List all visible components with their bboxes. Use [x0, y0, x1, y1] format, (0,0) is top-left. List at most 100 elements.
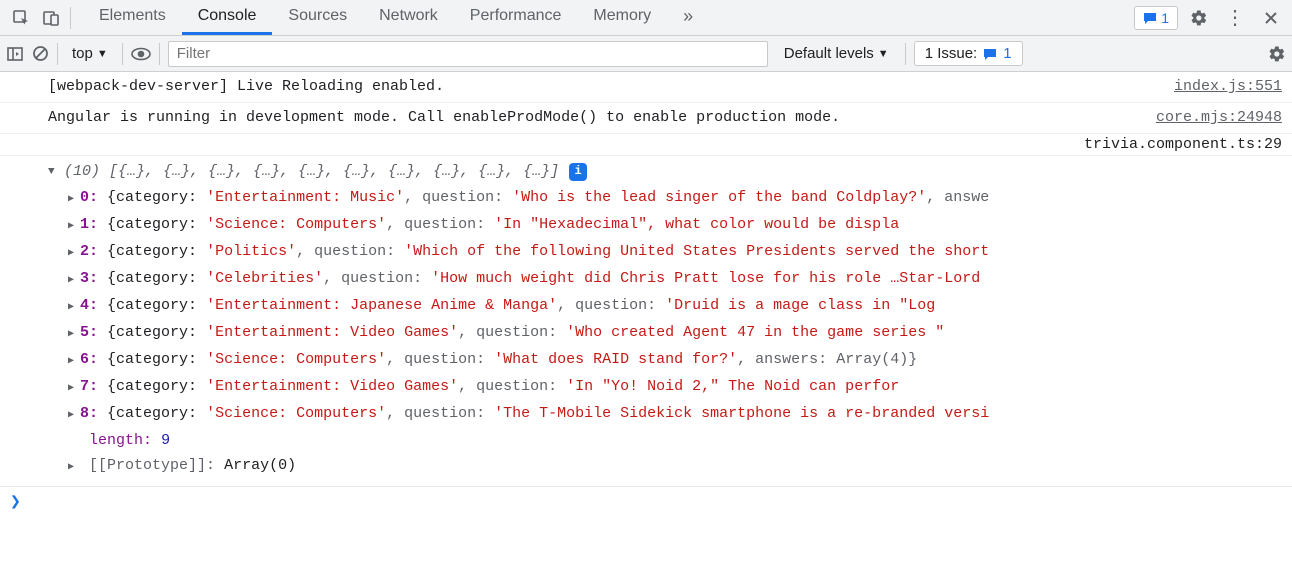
device-toggle-icon[interactable] [36, 3, 66, 33]
sidebar-toggle-icon[interactable] [6, 45, 24, 63]
tab-network[interactable]: Network [363, 0, 454, 35]
chevron-down-icon: ▼ [97, 48, 108, 60]
issues-badge[interactable]: 1 Issue: 1 [914, 41, 1023, 66]
console-settings-icon[interactable] [1268, 45, 1286, 63]
log-source-link[interactable]: core.mjs:24948 [1156, 107, 1282, 129]
devtools-tabs: Elements Console Sources Network Perform… [83, 0, 1134, 35]
entry-tail: , answe [926, 189, 989, 206]
entry-question: 'Which of the following United States Pr… [404, 243, 989, 260]
prototype-row[interactable]: [[Prototype]]: Array(0) [68, 453, 1282, 480]
entry-index: 7: [80, 378, 98, 395]
expand-arrow-icon[interactable] [68, 185, 80, 212]
expand-arrow-icon[interactable] [68, 374, 80, 401]
array-entry-row[interactable]: 5: {category: 'Entertainment: Video Game… [68, 320, 1282, 347]
messages-count: 1 [1161, 10, 1169, 26]
entry-category: 'Politics' [206, 243, 296, 260]
expand-arrow-icon[interactable] [48, 158, 60, 185]
array-entry-row[interactable]: 2: {category: 'Politics', question: 'Whi… [68, 239, 1282, 266]
log-message-row[interactable]: Angular is running in development mode. … [0, 103, 1292, 134]
top-right-controls: 1 ⋮ [1134, 3, 1286, 33]
kebab-menu-icon[interactable]: ⋮ [1220, 3, 1250, 33]
log-source-link[interactable]: trivia.component.ts:29 [1084, 136, 1282, 153]
entry-category: 'Science: Computers' [206, 405, 386, 422]
log-source-link[interactable]: index.js:551 [1174, 76, 1282, 98]
log-text: [webpack-dev-server] Live Reloading enab… [48, 76, 1162, 98]
entry-sep: , question: [458, 378, 566, 395]
entry-category: 'Entertainment: Music' [206, 189, 404, 206]
entry-category: 'Entertainment: Video Games' [206, 378, 458, 395]
entry-index: 4: [80, 297, 98, 314]
log-source-row: trivia.component.ts:29 [0, 134, 1292, 156]
expand-arrow-icon[interactable] [68, 347, 80, 374]
array-entry-row[interactable]: 6: {category: 'Science: Computers', ques… [68, 347, 1282, 374]
array-entry-row[interactable]: 0: {category: 'Entertainment: Music', qu… [68, 185, 1282, 212]
prototype-key: [[Prototype]]: [89, 457, 215, 474]
entry-sep: , question: [458, 324, 566, 341]
tab-elements[interactable]: Elements [83, 0, 182, 35]
tab-console[interactable]: Console [182, 0, 273, 35]
entry-category: 'Science: Computers' [206, 351, 386, 368]
log-message-row[interactable]: [webpack-dev-server] Live Reloading enab… [0, 72, 1292, 103]
expand-arrow-icon[interactable] [68, 239, 80, 266]
expand-arrow-icon[interactable] [68, 401, 80, 428]
expand-arrow-icon[interactable] [68, 320, 80, 347]
live-expression-icon[interactable] [131, 47, 151, 61]
array-length-row[interactable]: length: 9 [68, 428, 1282, 453]
tab-memory[interactable]: Memory [577, 0, 667, 35]
console-prompt[interactable]: ❯ [0, 486, 1292, 517]
entry-index: 3: [80, 270, 98, 287]
entry-question: 'What does RAID stand for?' [494, 351, 737, 368]
settings-icon[interactable] [1184, 3, 1214, 33]
issues-label: 1 Issue: [925, 45, 978, 62]
entry-open-brace: {category: [107, 324, 206, 341]
length-value: 9 [161, 432, 170, 449]
entry-tail: , answers: Array(4)} [737, 351, 917, 368]
log-text: Angular is running in development mode. … [48, 107, 1144, 129]
entry-index: 2: [80, 243, 98, 260]
entry-open-brace: {category: [107, 297, 206, 314]
clear-console-icon[interactable] [32, 45, 49, 62]
info-icon[interactable]: i [569, 163, 587, 181]
entry-sep: , question: [557, 297, 665, 314]
tab-performance[interactable]: Performance [454, 0, 578, 35]
entry-sep: , question: [404, 189, 512, 206]
entry-question: 'In "Yo! Noid 2," The Noid can perfor [566, 378, 899, 395]
console-toolbar: top ▼ Default levels ▼ 1 Issue: 1 [0, 36, 1292, 72]
close-icon[interactable] [1256, 3, 1286, 33]
levels-label: Default levels [784, 45, 874, 62]
array-entry-row[interactable]: 7: {category: 'Entertainment: Video Game… [68, 374, 1282, 401]
array-entry-row[interactable]: 4: {category: 'Entertainment: Japanese A… [68, 293, 1282, 320]
chevron-down-icon: ▼ [878, 48, 889, 60]
messages-badge[interactable]: 1 [1134, 6, 1178, 30]
message-icon [1143, 11, 1157, 25]
array-entry-row[interactable]: 8: {category: 'Science: Computers', ques… [68, 401, 1282, 428]
entry-open-brace: {category: [107, 189, 206, 206]
expand-arrow-icon[interactable] [68, 453, 80, 480]
filter-input[interactable] [168, 41, 768, 67]
length-key: length: [89, 432, 152, 449]
array-entry-row[interactable]: 1: {category: 'Science: Computers', ques… [68, 212, 1282, 239]
entry-question: 'The T-Mobile Sidekick smartphone is a r… [494, 405, 989, 422]
divider [70, 7, 71, 29]
console-object: (10) [{…}, {…}, {…}, {…}, {…}, {…}, {…},… [0, 156, 1292, 486]
array-summary-row[interactable]: (10) [{…}, {…}, {…}, {…}, {…}, {…}, {…},… [48, 158, 1282, 185]
log-levels-selector[interactable]: Default levels ▼ [776, 43, 897, 64]
tabs-overflow-icon[interactable]: » [667, 0, 709, 35]
entry-open-brace: {category: [107, 270, 206, 287]
array-entry-row[interactable]: 3: {category: 'Celebrities', question: '… [68, 266, 1282, 293]
entry-sep: , question: [296, 243, 404, 260]
devtools-top-toolbar: Elements Console Sources Network Perform… [0, 0, 1292, 36]
array-summary: (10) [{…}, {…}, {…}, {…}, {…}, {…}, {…},… [64, 159, 559, 184]
entry-question: 'How much weight did Chris Pratt lose fo… [431, 270, 980, 287]
issues-count: 1 [1003, 45, 1011, 62]
inspect-icon[interactable] [6, 3, 36, 33]
expand-arrow-icon[interactable] [68, 266, 80, 293]
tab-sources[interactable]: Sources [272, 0, 363, 35]
expand-arrow-icon[interactable] [68, 293, 80, 320]
entry-sep: , question: [386, 351, 494, 368]
entry-question: 'In "Hexadecimal", what color would be d… [494, 216, 899, 233]
context-selector[interactable]: top ▼ [66, 43, 114, 64]
entry-sep: , question: [386, 405, 494, 422]
expand-arrow-icon[interactable] [68, 212, 80, 239]
entry-index: 6: [80, 351, 98, 368]
